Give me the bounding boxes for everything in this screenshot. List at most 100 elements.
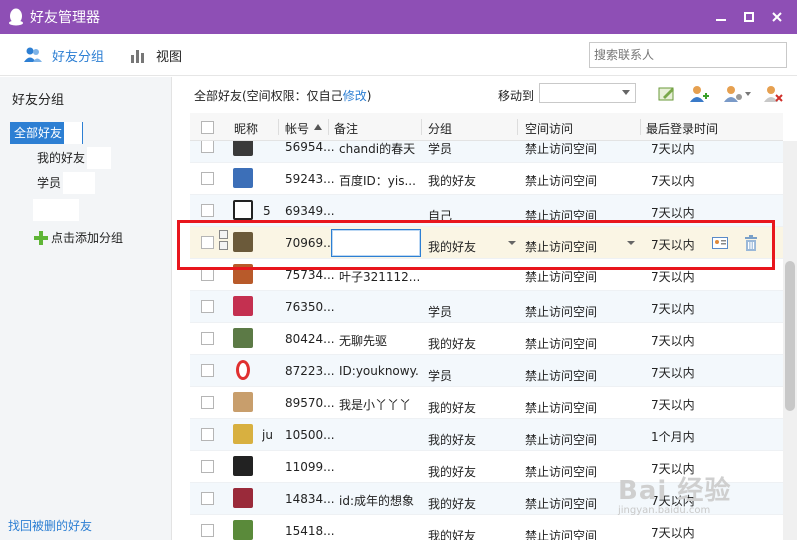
count-badge bbox=[64, 122, 83, 144]
column-divider bbox=[640, 119, 641, 135]
row-checkbox[interactable] bbox=[201, 524, 214, 537]
sidebar-item-students[interactable]: 学员 bbox=[37, 172, 96, 194]
search-input[interactable] bbox=[589, 42, 787, 68]
delete-friend-icon[interactable] bbox=[762, 83, 784, 105]
group-cell: 学员 bbox=[428, 369, 453, 383]
table-row[interactable]: 89570... 我是小丫丫丫 我的好友 禁止访问空间 7天以内 bbox=[190, 387, 783, 419]
row-checkbox[interactable] bbox=[201, 460, 214, 473]
edit-note-icon[interactable] bbox=[656, 83, 678, 105]
table-row[interactable]: 5 69349... 自己 禁止访问空间 7天以内 bbox=[190, 195, 783, 227]
account-cell: 59243... bbox=[285, 172, 335, 186]
access-cell: 禁止访问空间 bbox=[525, 401, 598, 415]
restore-deleted-friends-link[interactable]: 找回被删的好友 bbox=[8, 517, 92, 534]
minimize-button[interactable] bbox=[707, 3, 735, 31]
access-cell: 禁止访问空间 bbox=[525, 369, 598, 383]
friend-settings-icon[interactable] bbox=[722, 83, 752, 105]
table-row-selected[interactable]: 70969... 我的好友 禁止访问空间 7天以内 bbox=[190, 227, 783, 259]
profile-card-icon[interactable] bbox=[712, 235, 728, 251]
table-row[interactable]: 56954... chandi的春天 学员 禁止访问空间 7天以内 bbox=[190, 141, 783, 163]
avatar bbox=[233, 328, 253, 348]
maximize-button[interactable] bbox=[735, 3, 763, 31]
space-permission-info: 全部好友(空间权限：仅自己修改) bbox=[194, 87, 371, 104]
sidebar-item-label: 全部好友 bbox=[14, 126, 63, 140]
note-cell: 无聊先驱 bbox=[339, 334, 388, 348]
table-row[interactable]: 76350... 学员 禁止访问空间 7天以内 bbox=[190, 291, 783, 323]
group-cell: 我的好友 bbox=[428, 433, 477, 447]
account-cell: 14834... bbox=[285, 492, 335, 506]
note-edit-field[interactable] bbox=[331, 229, 421, 257]
baidu-watermark: Bai 经验 jingyan.baidu.com bbox=[618, 470, 731, 516]
row-checkbox[interactable] bbox=[201, 332, 214, 345]
row-checkbox[interactable] bbox=[201, 141, 214, 153]
sidebar-item-my-friends[interactable]: 我的好友 bbox=[37, 147, 112, 169]
close-button[interactable] bbox=[763, 3, 791, 31]
scrollbar-thumb[interactable] bbox=[785, 261, 795, 411]
chevron-down-icon bbox=[622, 90, 630, 95]
moveto-dropdown[interactable] bbox=[539, 83, 636, 103]
row-checkbox[interactable] bbox=[201, 172, 214, 185]
avatar bbox=[233, 168, 253, 188]
modify-permission-link[interactable]: 修改 bbox=[343, 89, 367, 103]
tab-friend-groups[interactable]: 好友分组 bbox=[24, 44, 104, 66]
row-checkbox[interactable] bbox=[201, 236, 214, 249]
column-header-last-login[interactable]: 最后登录时间 bbox=[646, 120, 718, 137]
table-row[interactable]: 15418... 我的好友 禁止访问空间 7天以内 bbox=[190, 515, 783, 540]
column-header-nick[interactable]: 昵称 bbox=[234, 120, 258, 137]
column-header-group[interactable]: 分组 bbox=[428, 120, 452, 137]
table-row[interactable]: ju 10500... 我的好友 禁止访问空间 1个月内 bbox=[190, 419, 783, 451]
access-dropdown-arrow-icon[interactable] bbox=[627, 241, 635, 245]
add-group-button[interactable]: 点击添加分组 bbox=[34, 229, 123, 246]
watermark-sub: jingyan.baidu.com bbox=[618, 505, 711, 516]
column-header-access[interactable]: 空间访问 bbox=[525, 120, 573, 137]
select-all-checkbox[interactable] bbox=[201, 121, 214, 134]
note-cell: 百度ID：yis... bbox=[339, 174, 416, 188]
sidebar-item-all-friends[interactable]: 全部好友 bbox=[10, 122, 83, 144]
sidebar-item-blank-group[interactable] bbox=[33, 199, 79, 221]
table-row[interactable]: 59243... 百度ID：yis... 我的好友 禁止访问空间 7天以内 bbox=[190, 163, 783, 195]
row-checkbox[interactable] bbox=[201, 492, 214, 505]
access-cell: 禁止访问空间 bbox=[525, 174, 598, 188]
group-cell: 我的好友 bbox=[428, 497, 477, 511]
account-cell: 87223... bbox=[285, 364, 335, 378]
minimize-icon bbox=[716, 19, 726, 21]
table-row[interactable]: 75734... 叶子321112... 禁止访问空间 7天以内 bbox=[190, 259, 783, 291]
avatar bbox=[233, 232, 253, 252]
access-cell: 禁止访问空间 bbox=[525, 305, 598, 319]
table-row[interactable]: 87223... ID:youknowy... 学员 禁止访问空间 7天以内 bbox=[190, 355, 783, 387]
collapse-icon[interactable] bbox=[219, 241, 228, 250]
row-checkbox[interactable] bbox=[201, 300, 214, 313]
last-login-cell: 7天以内 bbox=[651, 366, 695, 380]
access-cell: 禁止访问空间 bbox=[525, 142, 598, 156]
table-scrollbar[interactable] bbox=[783, 141, 797, 540]
last-login-cell: 7天以内 bbox=[651, 238, 695, 252]
group-cell: 自己 bbox=[428, 209, 453, 223]
account-cell: 69349... bbox=[285, 204, 335, 218]
expand-icon[interactable] bbox=[219, 230, 228, 239]
row-checkbox[interactable] bbox=[201, 428, 214, 441]
friends-icon bbox=[24, 47, 42, 62]
group-cell: 我的好友 bbox=[428, 337, 477, 351]
access-cell: 禁止访问空间 bbox=[525, 497, 598, 511]
table-row[interactable]: 80424... 无聊先驱 我的好友 禁止访问空间 7天以内 bbox=[190, 323, 783, 355]
note-cell: 我是小丫丫丫 bbox=[339, 398, 412, 412]
group-cell: 我的好友 bbox=[428, 174, 477, 188]
last-login-cell: 7天以内 bbox=[651, 174, 695, 188]
row-checkbox[interactable] bbox=[201, 396, 214, 409]
account-cell: 70969... bbox=[285, 236, 335, 250]
row-checkbox[interactable] bbox=[201, 268, 214, 281]
trash-icon[interactable] bbox=[743, 235, 759, 251]
column-header-note[interactable]: 备注 bbox=[334, 120, 358, 137]
account-cell: 75734... bbox=[285, 268, 335, 282]
group-dropdown-arrow-icon[interactable] bbox=[508, 241, 516, 245]
sidebar-item-label: 我的好友 bbox=[37, 151, 86, 165]
tab-view[interactable]: 视图 bbox=[130, 44, 182, 66]
sidebar: 好友分组 全部好友 我的好友 学员 点击添加分组 找回被删的好友 bbox=[0, 77, 172, 540]
account-cell: 80424... bbox=[285, 332, 335, 346]
row-checkbox[interactable] bbox=[201, 204, 214, 217]
add-friend-icon[interactable] bbox=[688, 83, 710, 105]
last-login-cell: 7天以内 bbox=[651, 270, 695, 284]
avatar bbox=[233, 456, 253, 476]
row-checkbox[interactable] bbox=[201, 364, 214, 377]
column-header-account[interactable]: 帐号 bbox=[285, 120, 309, 137]
nick-cell: ju bbox=[262, 428, 273, 442]
